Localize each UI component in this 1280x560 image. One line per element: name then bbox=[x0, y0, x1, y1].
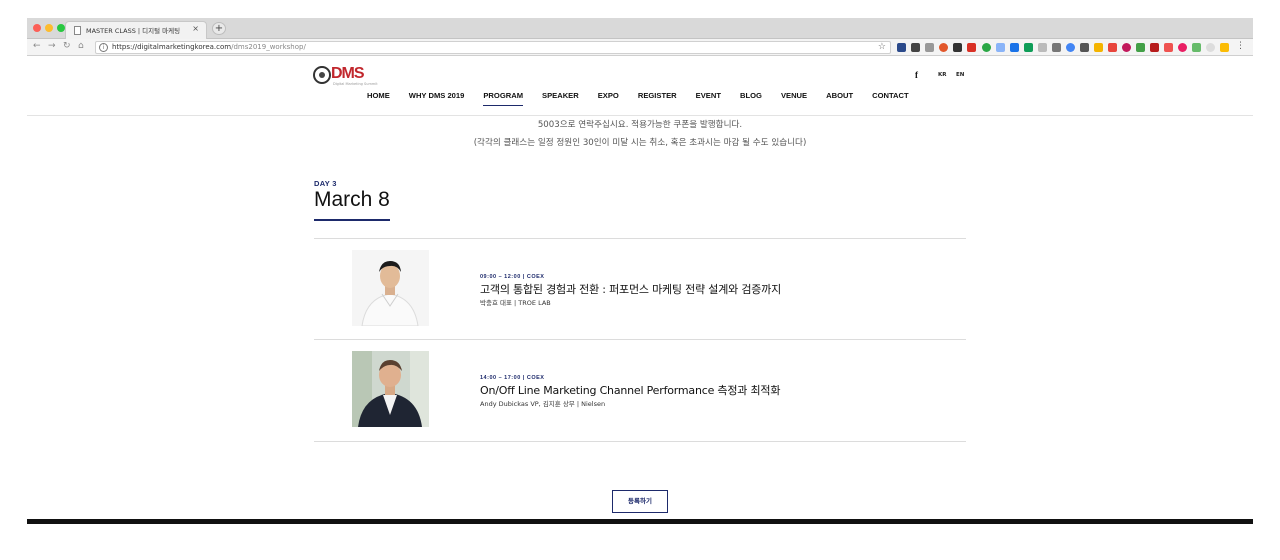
extension-icon[interactable] bbox=[1010, 43, 1019, 52]
nav-item-venue[interactable]: VENUE bbox=[781, 91, 807, 100]
extension-icon[interactable] bbox=[1178, 43, 1187, 52]
minimize-window-icon[interactable] bbox=[45, 24, 53, 32]
speaker-photo bbox=[352, 250, 429, 326]
coupon-note: 5003으로 연락주십시요. 적용가능한 쿠폰을 발행합니다. bbox=[537, 120, 743, 130]
session-card[interactable]: 14:00 – 17:00 | COEX On/Off Line Marketi… bbox=[314, 340, 966, 440]
logo-emblem-icon bbox=[313, 66, 331, 84]
extension-icon[interactable] bbox=[996, 43, 1005, 52]
window-bottom-edge bbox=[27, 519, 1253, 524]
session-title[interactable]: 고객의 통합된 경험과 전환 : 퍼포먼스 마케팅 전략 설계와 검증까지 bbox=[480, 281, 781, 297]
browser-menu-icon[interactable]: ⋮ bbox=[1236, 41, 1245, 51]
nav-item-expo[interactable]: EXPO bbox=[598, 91, 619, 100]
extension-icon[interactable] bbox=[1066, 43, 1075, 52]
session-meta: 14:00 – 17:00 | COEX bbox=[480, 375, 545, 381]
extension-icon[interactable] bbox=[1220, 43, 1229, 52]
tab-close-icon[interactable]: × bbox=[192, 24, 199, 33]
home-icon[interactable]: ⌂ bbox=[78, 41, 84, 51]
extension-icon[interactable] bbox=[911, 43, 920, 52]
extension-icon[interactable] bbox=[1150, 43, 1159, 52]
maximize-window-icon[interactable] bbox=[57, 24, 65, 32]
extension-icon[interactable] bbox=[1164, 43, 1173, 52]
extension-icon[interactable] bbox=[1052, 43, 1061, 52]
day-underline bbox=[314, 219, 390, 221]
site-header: DMS Digital Marketing Summit f KR EN HOM… bbox=[27, 56, 1253, 116]
main-nav: HOME WHY DMS 2019 PROGRAM SPEAKER EXPO REGIST… bbox=[367, 91, 928, 106]
extension-icon[interactable] bbox=[982, 43, 991, 52]
back-icon[interactable]: ← bbox=[33, 41, 41, 51]
lang-kr-link[interactable]: KR bbox=[938, 72, 947, 78]
extension-icon[interactable] bbox=[939, 43, 948, 52]
browser-tab[interactable]: MASTER CLASS | 디지털 마케팅 × bbox=[65, 21, 207, 39]
nav-item-about[interactable]: ABOUT bbox=[826, 91, 853, 100]
tab-title: MASTER CLASS | 디지털 마케팅 bbox=[86, 27, 181, 35]
page-icon bbox=[74, 26, 81, 35]
forward-icon[interactable]: → bbox=[48, 41, 56, 51]
lang-en-link[interactable]: EN bbox=[956, 72, 964, 78]
nav-item-program[interactable]: PROGRAM bbox=[483, 91, 523, 106]
tab-strip: MASTER CLASS | 디지털 마케팅 × + bbox=[27, 18, 1253, 39]
bookmark-star-icon[interactable]: ☆ bbox=[878, 42, 886, 52]
new-tab-button[interactable]: + bbox=[212, 22, 226, 35]
extension-icon[interactable] bbox=[1038, 43, 1047, 52]
close-window-icon[interactable] bbox=[33, 24, 41, 32]
nav-item-contact[interactable]: CONTACT bbox=[872, 91, 909, 100]
address-bar[interactable]: i https://digitalmarketingkorea.com/dms2… bbox=[95, 41, 891, 54]
header-divider bbox=[27, 115, 1253, 116]
session-speaker: Andy Dubickas VP, 김지훈 상무 | Nielsen bbox=[480, 400, 606, 408]
browser-toolbar: ← → ↻ ⌂ i https://digitalmarketingkorea.… bbox=[27, 39, 1253, 56]
extension-icon[interactable] bbox=[1206, 43, 1215, 52]
info-icon[interactable]: i bbox=[99, 43, 108, 52]
day-title: March 8 bbox=[314, 188, 390, 211]
session-meta: 09:00 – 12:00 | COEX bbox=[480, 274, 545, 280]
nav-item-event[interactable]: EVENT bbox=[696, 91, 721, 100]
divider bbox=[314, 441, 966, 442]
extension-icon[interactable] bbox=[1024, 43, 1033, 52]
extension-icon[interactable] bbox=[1122, 43, 1131, 52]
extension-icon[interactable] bbox=[967, 43, 976, 52]
logo-tagline: Digital Marketing Summit bbox=[333, 82, 378, 86]
extension-icon[interactable] bbox=[953, 43, 962, 52]
session-speaker: 박충효 대표 | TROE LAB bbox=[480, 299, 551, 307]
url-text[interactable]: https://digitalmarketingkorea.com/dms201… bbox=[112, 43, 306, 51]
extension-icon[interactable] bbox=[1094, 43, 1103, 52]
nav-item-speaker[interactable]: SPEAKER bbox=[542, 91, 579, 100]
extension-icon[interactable] bbox=[1080, 43, 1089, 52]
nav-item-why-dms-2019[interactable]: WHY DMS 2019 bbox=[409, 91, 465, 100]
reload-icon[interactable]: ↻ bbox=[63, 41, 71, 51]
day-label: DAY 3 bbox=[314, 179, 337, 188]
extension-icon[interactable] bbox=[1108, 43, 1117, 52]
nav-item-register[interactable]: REGISTER bbox=[638, 91, 677, 100]
facebook-icon[interactable]: f bbox=[915, 70, 918, 80]
session-title[interactable]: On/Off Line Marketing Channel Performanc… bbox=[480, 382, 780, 398]
dms-logo[interactable]: DMS Digital Marketing Summit bbox=[313, 65, 378, 87]
logo-text: DMS bbox=[331, 65, 365, 82]
register-button[interactable]: 등록하기 bbox=[612, 490, 668, 513]
nav-item-blog[interactable]: BLOG bbox=[740, 91, 762, 100]
speaker-photo bbox=[352, 351, 429, 427]
session-card[interactable]: 09:00 – 12:00 | COEX 고객의 통합된 경험과 전환 : 퍼포… bbox=[314, 239, 966, 339]
class-capacity-note: (각각의 클래스는 일정 정원인 30인이 미달 시는 취소, 혹은 초과시는 … bbox=[473, 138, 807, 148]
extension-icon[interactable] bbox=[1136, 43, 1145, 52]
extension-icon[interactable] bbox=[897, 43, 906, 52]
browser-window: MASTER CLASS | 디지털 마케팅 × + ← → ↻ ⌂ i htt… bbox=[27, 18, 1253, 524]
extension-icon[interactable] bbox=[925, 43, 934, 52]
nav-item-home[interactable]: HOME bbox=[367, 91, 390, 100]
extension-icon[interactable] bbox=[1192, 43, 1201, 52]
